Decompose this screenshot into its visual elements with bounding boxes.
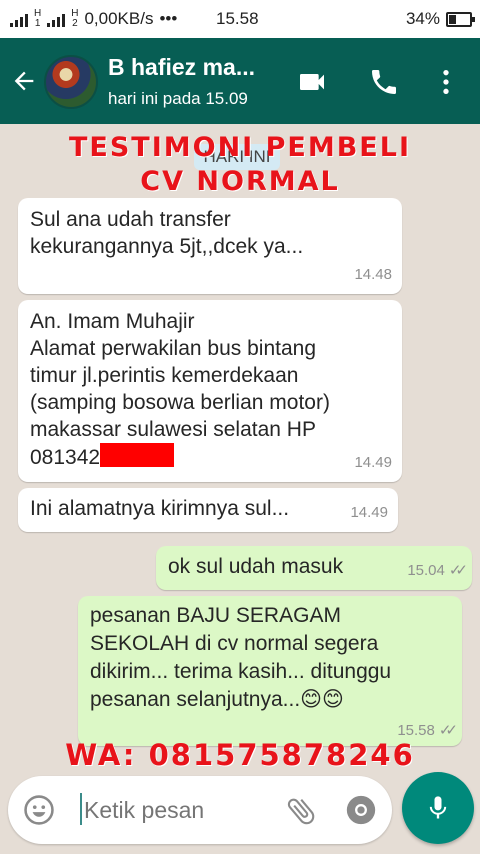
contact-avatar[interactable] [44,55,98,109]
message-bubble-outgoing[interactable]: pesanan BAJU SERAGAM SEKOLAH di cv norma… [78,596,462,746]
mic-icon [429,796,447,819]
message-meta: 14.49 [354,449,392,476]
network-h1-icon: H1 [34,8,42,29]
network-h2-icon: H2 [71,8,79,29]
status-left: H1 H2 0,00KB/s ••• [10,9,177,29]
message-text: Ini alamatnya kirimnya sul... [30,497,290,520]
message-text-line: An. Imam Muhajir [30,310,195,333]
whatsapp-number-banner: WA: 081575878246 [65,738,415,772]
message-text: pesanan BAJU SERAGAM SEKOLAH di cv norma… [90,604,392,711]
banner-title-line1: TESTIMONI PEMBELI [68,132,411,163]
chat-header: B hafiez ma... hari ini pada 15.09 [0,38,480,124]
phone-prefix: 081342 [30,446,101,469]
message-meta: 14.49 [350,499,388,526]
banner-title-line2: CV NORMAL [140,166,340,197]
message-time: 14.48 [354,266,392,283]
phone-icon[interactable] [368,66,400,98]
message-text-line: (samping bosowa berlian motor) [30,391,330,414]
message-time: 15.04 [407,562,445,579]
status-right: 34% [405,9,475,29]
read-ticks-icon: ✓✓ [448,562,468,579]
message-meta: 14.48 [354,261,392,288]
signal-2-icon [47,11,66,27]
network-speed: 0,00KB/s [84,9,154,28]
mic-button[interactable] [402,772,474,844]
camera-icon[interactable] [344,793,378,827]
emoji-icon[interactable] [22,793,56,827]
message-bubble-incoming[interactable]: Ini alamatnya kirimnya sul... 14.49 [18,488,398,532]
message-time: 14.49 [350,504,388,521]
message-meta: 15.04 ✓✓ [407,557,468,584]
message-time: 14.49 [354,454,392,471]
battery-fill [449,14,456,24]
text-caret [80,793,82,825]
message-input[interactable] [84,794,264,826]
message-bubble-outgoing[interactable]: ok sul udah masuk 15.04 ✓✓ [156,546,472,590]
battery-icon [446,11,475,27]
last-seen: hari ini pada 15.09 [108,89,248,108]
message-bubble-incoming[interactable]: An. Imam Muhajir Alamat perwakilan bus b… [18,300,402,482]
battery-percent: 34% [405,9,440,28]
back-arrow-icon[interactable] [10,67,38,95]
contact-name[interactable]: B hafiez ma... [108,54,255,81]
message-text-line: timur jl.perintis kemerdekaan [30,364,299,387]
signal-icon [10,11,28,27]
message-bubble-incoming[interactable]: Sul ana udah transfer kekurangannya 5jt,… [18,198,402,294]
status-time: 15.58 [216,9,259,28]
message-text-line: makassar sulawesi selatan HP [30,418,316,441]
message-composer[interactable] [8,776,392,844]
message-text-line: Alamat perwakilan bus bintang [30,337,317,360]
more-vert-icon[interactable] [430,66,462,98]
message-text: Sul ana udah transfer kekurangannya 5jt,… [30,208,304,258]
status-bar: H1 H2 0,00KB/s ••• 15.58 34% [0,0,480,38]
status-dots: ••• [159,9,178,28]
phone-line: 081342 [30,443,390,471]
redaction-box [100,443,175,467]
video-call-icon[interactable] [296,66,328,98]
attach-icon[interactable] [284,794,318,828]
